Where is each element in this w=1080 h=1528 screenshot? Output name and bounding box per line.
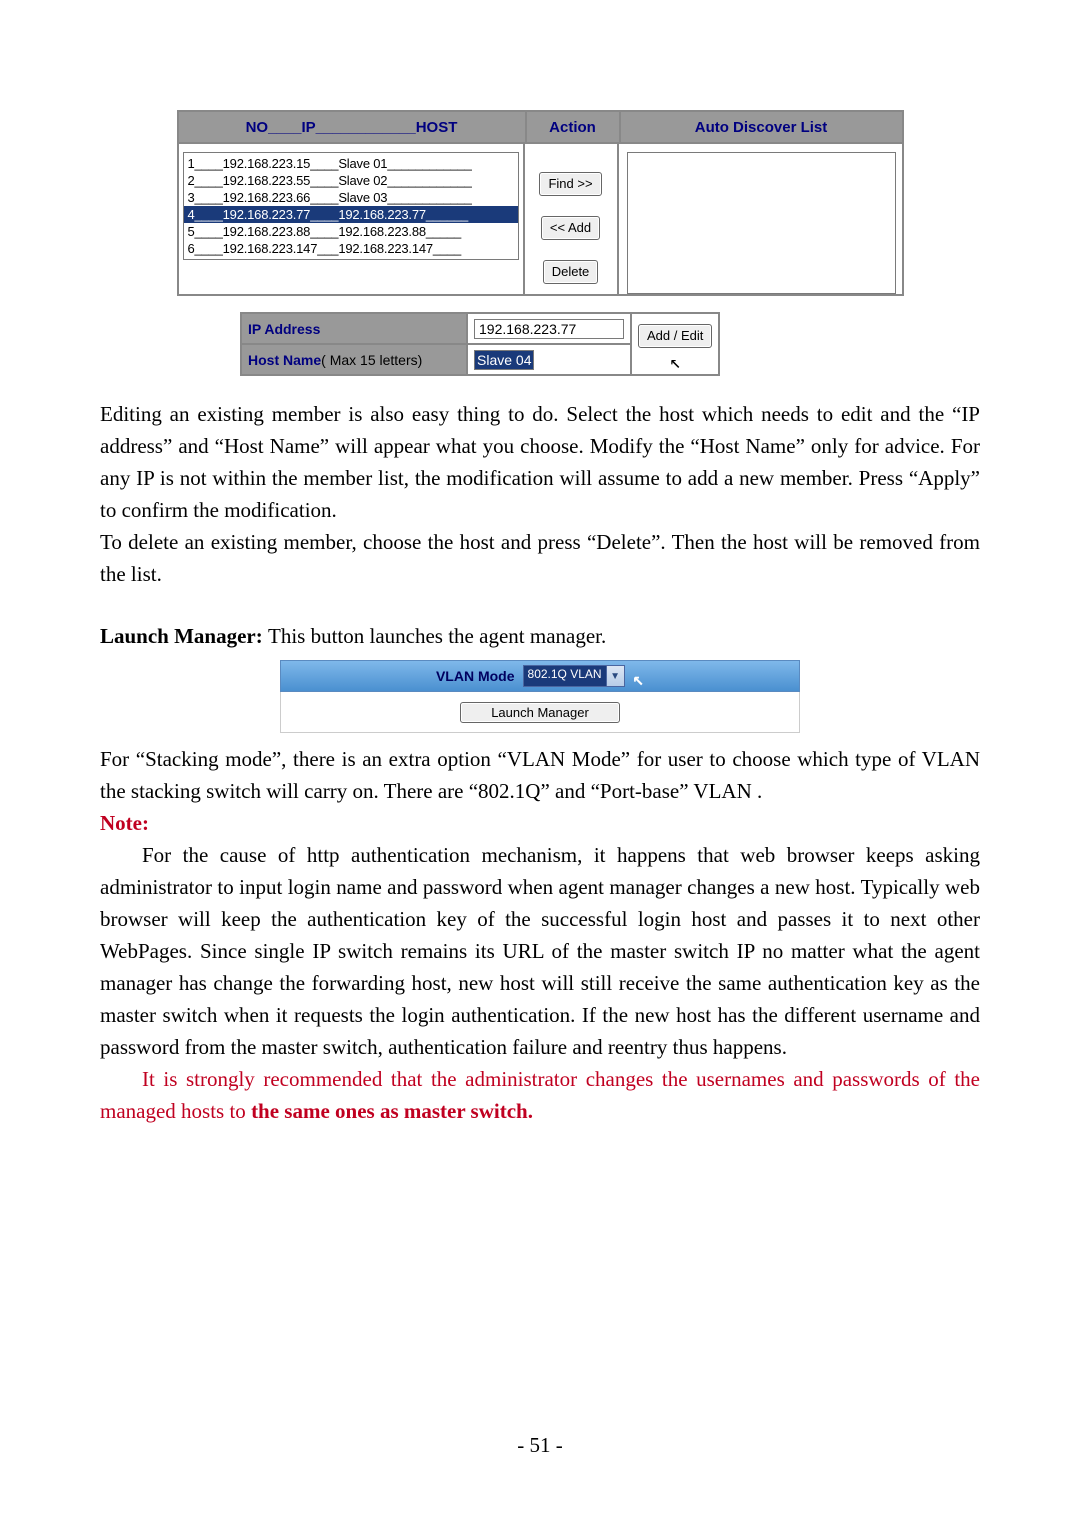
vlan-mode-select[interactable]: 802.1Q VLAN ▼ (523, 665, 625, 687)
add-edit-button[interactable]: Add / Edit (638, 324, 712, 348)
para-edit: Editing an existing member is also easy … (100, 398, 980, 526)
col-no-ip-host: NO____IP____________HOST (179, 112, 525, 142)
edit-table: IP Address 192.168.223.77 Add / Edit ↖ H… (240, 312, 840, 376)
list-item[interactable]: 4____192.168.223.77____192.168.223.77___… (184, 206, 518, 223)
note-body2: It is strongly recommended that the admi… (100, 1063, 980, 1127)
ip-address-label: IP Address (241, 313, 467, 344)
list-item[interactable]: 2____192.168.223.55____Slave 02_________… (184, 172, 518, 189)
host-list-header: NO____IP____________HOST Action Auto Dis… (179, 110, 902, 144)
cursor-icon: ↖ (669, 351, 680, 373)
launch-para: Launch Manager: This button launches the… (100, 620, 980, 652)
col-discover: Auto Discover List (621, 112, 902, 142)
note-body1: For the cause of http authentication mec… (100, 839, 980, 1063)
ip-address-cell: 192.168.223.77 (467, 313, 631, 344)
para-delete: To delete an existing member, choose the… (100, 526, 980, 590)
note-label: Note: (100, 807, 980, 839)
vlan-mode-label: VLAN Mode (436, 668, 515, 684)
host-listbox[interactable]: 1____192.168.223.15____Slave 01_________… (183, 152, 519, 260)
find-button[interactable]: Find >> (539, 172, 601, 196)
list-item[interactable]: 5____192.168.223.88____192.168.223.88___… (184, 223, 518, 240)
cursor-icon: ↖ (633, 668, 644, 690)
discover-listbox[interactable] (627, 152, 896, 294)
vlan-panel: VLAN Mode 802.1Q VLAN ▼ ↖ Launch Manager (280, 660, 800, 733)
list-item[interactable]: 6____192.168.223.147___192.168.223.147__… (184, 240, 518, 257)
list-item[interactable]: 3____192.168.223.66____Slave 03_________… (184, 189, 518, 206)
list-item[interactable]: 1____192.168.223.15____Slave 01_________… (184, 155, 518, 172)
delete-button[interactable]: Delete (543, 260, 599, 284)
add-button[interactable]: << Add (541, 216, 600, 240)
launch-manager-button[interactable]: Launch Manager (460, 702, 620, 723)
page-number: - 51 - (0, 1433, 1080, 1458)
host-name-input[interactable]: Slave 04 (474, 350, 534, 370)
para-stacking: For “Stacking mode”, there is an extra o… (100, 743, 980, 807)
col-action: Action (525, 112, 621, 142)
host-list-panel: NO____IP____________HOST Action Auto Dis… (177, 110, 904, 296)
host-name-label: Host Name( Max 15 letters) (241, 344, 467, 375)
host-name-cell: Slave 04 (467, 344, 631, 375)
apply-cell: Add / Edit ↖ (631, 313, 719, 375)
chevron-down-icon: ▼ (606, 666, 624, 686)
ip-address-input[interactable]: 192.168.223.77 (474, 319, 624, 339)
